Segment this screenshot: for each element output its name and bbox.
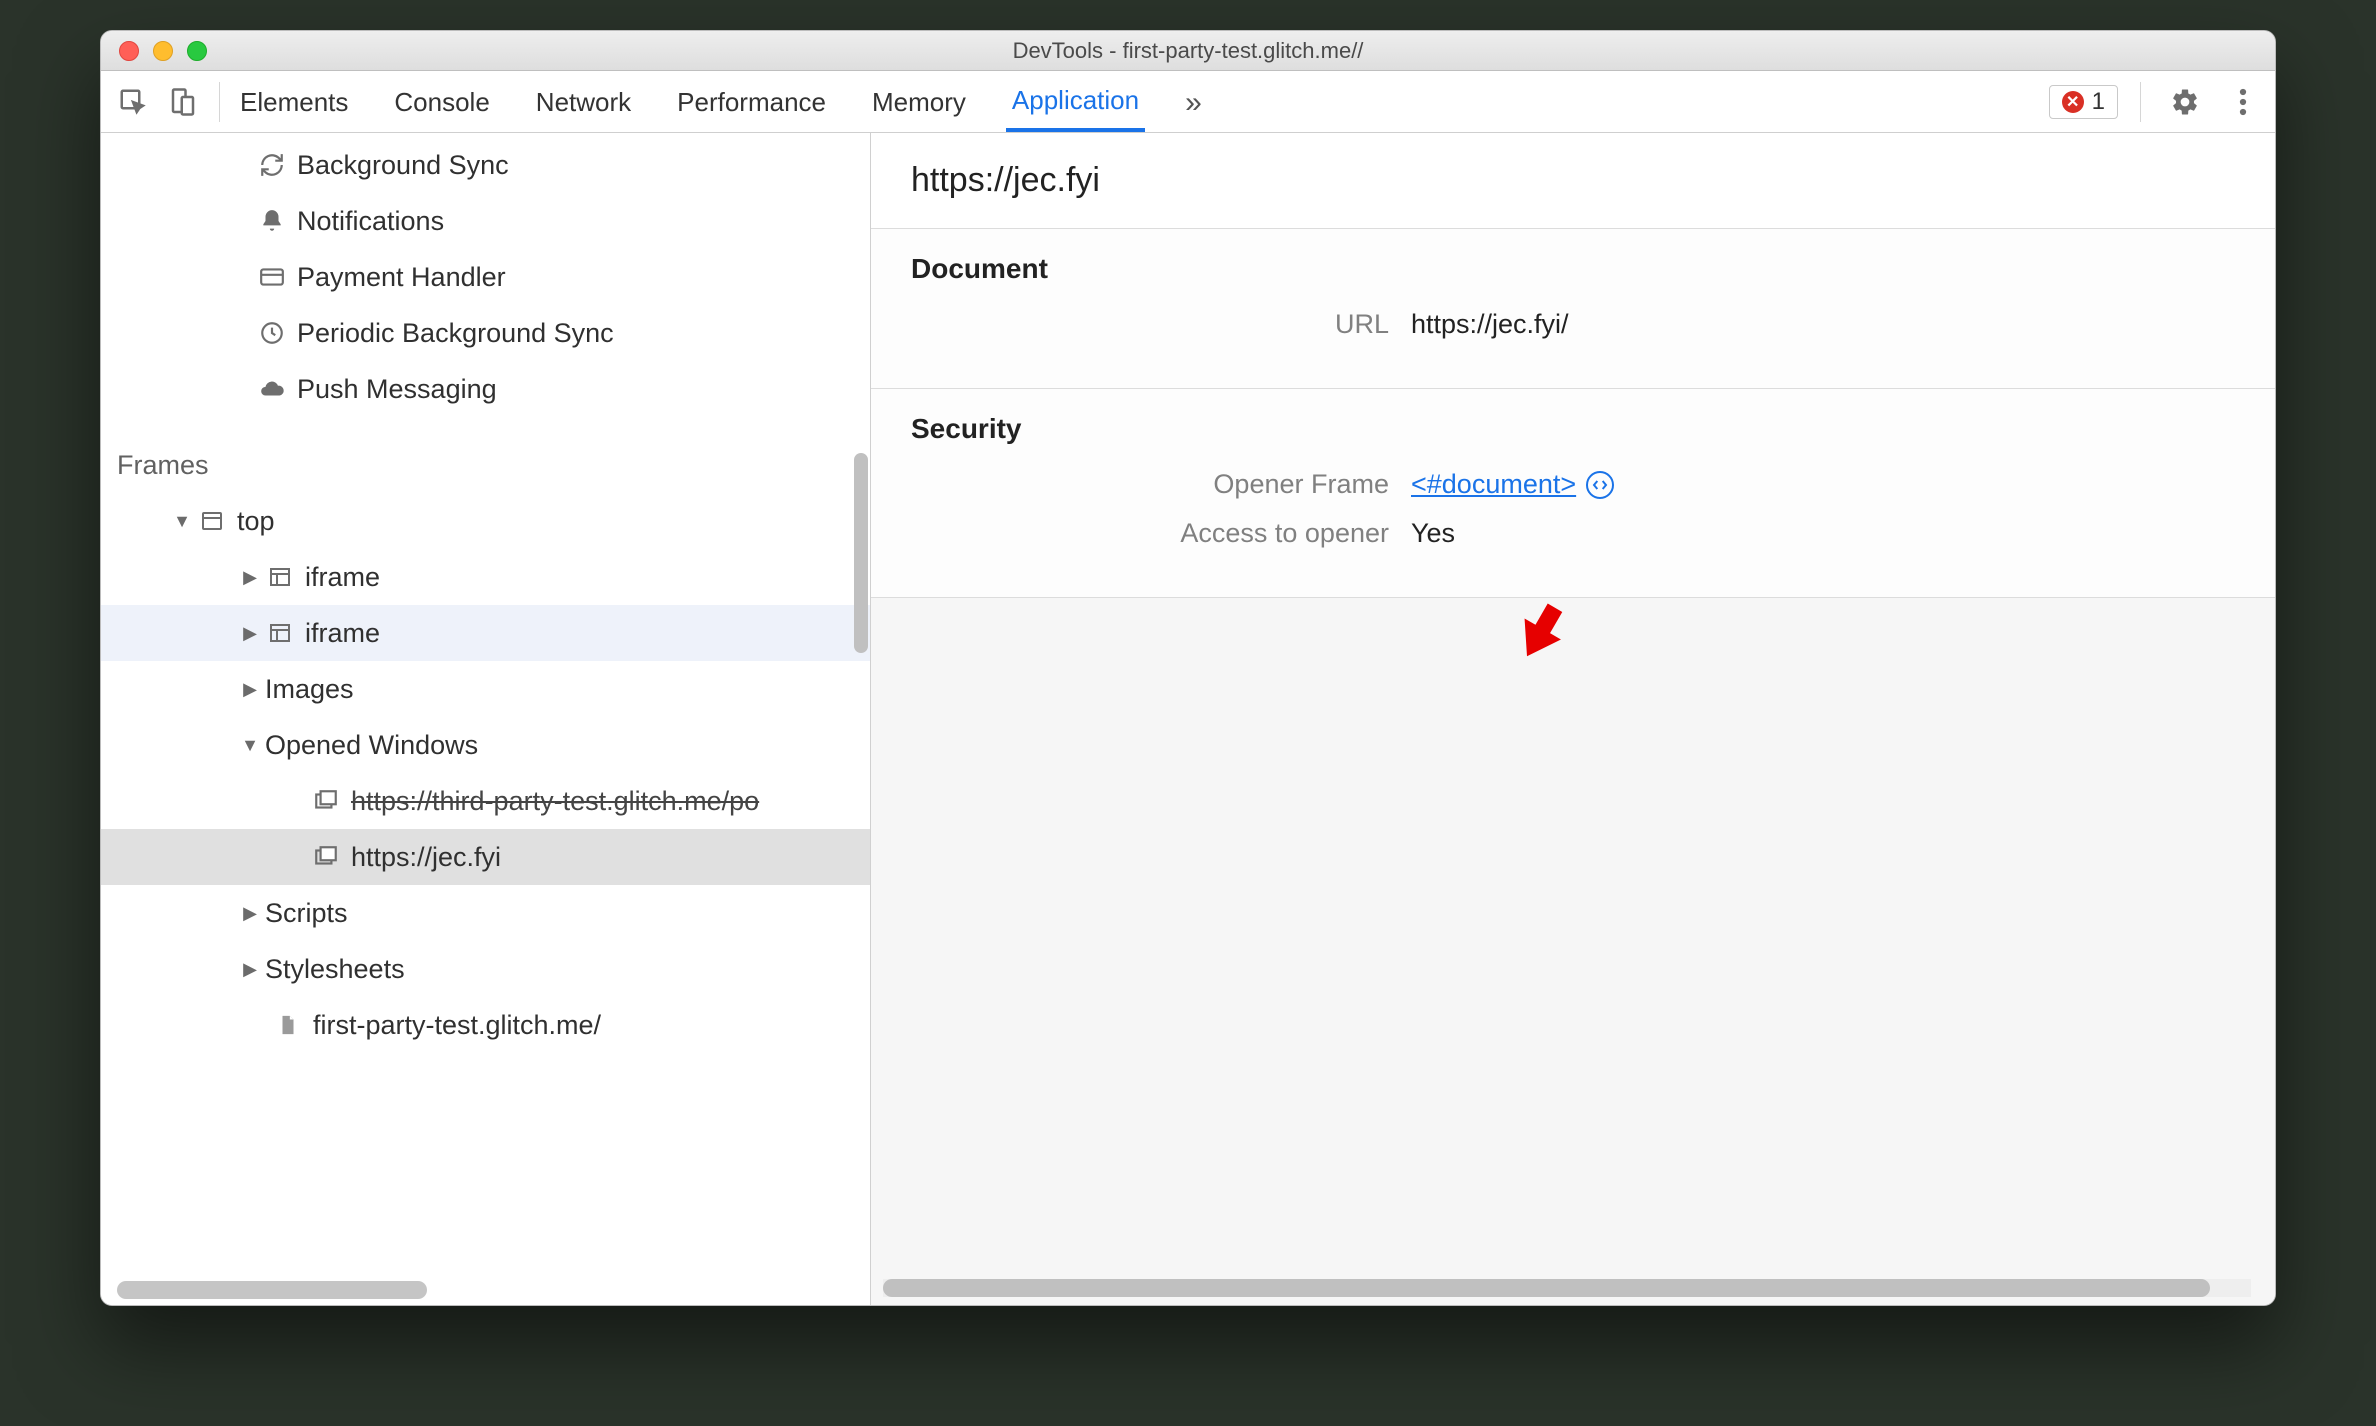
devtools-window: DevTools - first-party-test.glitch.me// … [100,30,2276,1306]
label: top [237,506,275,537]
tab-performance[interactable]: Performance [671,73,832,130]
bell-icon [257,206,287,236]
tree-item-scripts[interactable]: ▶ Scripts [101,885,870,941]
error-count-badge[interactable]: ✕ 1 [2049,85,2118,119]
tree-item-document[interactable]: first-party-test.glitch.me/ [101,997,870,1053]
section-heading: Security [911,413,2235,445]
label: iframe [305,618,380,649]
file-icon [273,1010,303,1040]
tree-item-window-selected[interactable]: https://jec.fyi [101,829,870,885]
main-panel: https://jec.fyi Document URL https://jec… [871,133,2275,1305]
label: Scripts [265,898,348,929]
windows-icon [311,842,341,872]
error-icon: ✕ [2062,91,2084,113]
row-opener-frame: Opener Frame <#document> [911,469,2235,500]
inspect-element-icon[interactable] [111,80,155,124]
frame-title: https://jec.fyi [871,133,2275,228]
chevron-right-icon[interactable]: ▶ [241,679,259,700]
settings-icon[interactable] [2163,80,2207,124]
label: Periodic Background Sync [297,318,614,349]
label: Notifications [297,206,444,237]
reveal-in-sources-icon[interactable] [1586,471,1614,499]
chevron-right-icon[interactable]: ▶ [241,959,259,980]
chevron-right-icon[interactable]: ▶ [241,567,259,588]
tabs-overflow[interactable]: » [1179,72,1208,132]
sidebar-item-payment-handler[interactable]: Payment Handler [101,249,870,305]
section-heading: Document [911,253,2235,285]
label: Stylesheets [265,954,405,985]
label: Push Messaging [297,374,497,405]
clock-icon [257,318,287,348]
tab-elements[interactable]: Elements [234,73,354,130]
tree-item-opened-windows[interactable]: ▼ Opened Windows [101,717,870,773]
windows-icon [311,786,341,816]
sidebar-item-push-messaging[interactable]: Push Messaging [101,361,870,417]
tab-console[interactable]: Console [388,73,495,130]
value-access: Yes [1411,518,1455,549]
tab-application[interactable]: Application [1006,71,1145,132]
window-title: DevTools - first-party-test.glitch.me// [101,38,2275,64]
row-url: URL https://jec.fyi/ [911,309,2235,340]
annotation-arrow-icon [1506,597,1576,667]
error-count: 1 [2092,88,2105,116]
tree-item-images[interactable]: ▶ Images [101,661,870,717]
label: Payment Handler [297,262,506,293]
label: Images [265,674,354,705]
label: Background Sync [297,150,509,181]
card-icon [257,262,287,292]
tab-network[interactable]: Network [530,73,637,130]
frame-icon [265,562,295,592]
row-access-to-opener: Access to opener Yes [911,518,2235,549]
opener-frame-link[interactable]: <#document> [1411,469,1576,500]
tree-item-window-closed[interactable]: https://third-party-test.glitch.me/po [101,773,870,829]
label: Opened Windows [265,730,478,761]
chevron-right-icon[interactable]: ▶ [241,903,259,924]
chevron-right-icon[interactable]: ▶ [241,623,259,644]
sidebar-section-frames: Frames [101,437,870,493]
value-url: https://jec.fyi/ [1411,309,1569,340]
label: https://jec.fyi [351,842,501,873]
main-horizontal-scrollbar[interactable] [883,1279,2251,1297]
label: first-party-test.glitch.me/ [313,1010,601,1041]
label-opener: Opener Frame [911,469,1411,500]
label: iframe [305,562,380,593]
sidebar-item-periodic-sync[interactable]: Periodic Background Sync [101,305,870,361]
tree-item-iframe[interactable]: ▶ iframe [101,605,870,661]
document-section: Document URL https://jec.fyi/ [871,228,2275,388]
devtools-toolbar: Elements Console Network Performance Mem… [101,71,2275,133]
sync-icon [257,150,287,180]
content-area: Background Sync Notifications Payment Ha… [101,133,2275,1305]
separator [219,82,220,122]
panel-tabs: Elements Console Network Performance Mem… [234,71,1208,132]
titlebar: DevTools - first-party-test.glitch.me// [101,31,2275,71]
label-access: Access to opener [911,518,1411,549]
tree-item-iframe[interactable]: ▶ iframe [101,549,870,605]
separator [2140,82,2141,122]
tree-item-top[interactable]: ▼ top [101,493,870,549]
sidebar-vertical-scrollbar[interactable] [854,143,868,1245]
label: https://third-party-test.glitch.me/po [351,786,759,817]
chevron-down-icon[interactable]: ▼ [173,511,191,532]
tab-memory[interactable]: Memory [866,73,972,130]
more-menu-icon[interactable] [2221,80,2265,124]
frame-icon [265,618,295,648]
chevron-down-icon[interactable]: ▼ [241,735,259,756]
window-icon [197,506,227,536]
sidebar: Background Sync Notifications Payment Ha… [101,133,871,1305]
label-url: URL [911,309,1411,340]
device-toolbar-icon[interactable] [161,80,205,124]
sidebar-item-notifications[interactable]: Notifications [101,193,870,249]
security-section: Security Opener Frame <#document> Access… [871,388,2275,597]
sidebar-horizontal-scrollbar[interactable] [117,1281,427,1299]
sidebar-item-background-sync[interactable]: Background Sync [101,137,870,193]
cloud-icon [257,374,287,404]
tree-item-stylesheets[interactable]: ▶ Stylesheets [101,941,870,997]
